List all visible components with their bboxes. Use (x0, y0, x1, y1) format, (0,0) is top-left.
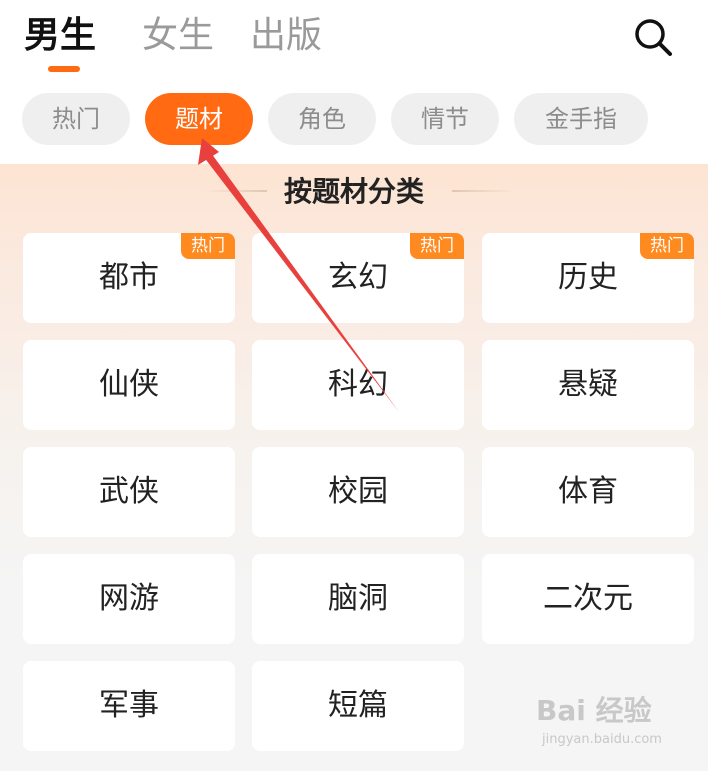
category-card[interactable]: 玄幻 热门 (252, 233, 464, 323)
category-label: 武侠 (99, 474, 159, 509)
category-label: 历史 (558, 260, 618, 295)
category-card[interactable]: 科幻 (252, 340, 464, 430)
category-card[interactable]: 都市 热门 (23, 233, 235, 323)
category-label: 科幻 (328, 367, 388, 402)
category-label: 校园 (328, 474, 388, 509)
filter-golden-finger[interactable]: 金手指 (514, 93, 648, 145)
hot-badge: 热门 (181, 233, 235, 259)
category-label: 仙侠 (99, 367, 159, 402)
hot-badge: 热门 (640, 233, 694, 259)
search-icon[interactable] (630, 14, 676, 60)
category-card[interactable]: 脑洞 (252, 554, 464, 644)
hot-badge: 热门 (410, 233, 464, 259)
filter-hot[interactable]: 热门 (22, 93, 130, 145)
tab-publish[interactable]: 出版 (250, 12, 322, 60)
category-label: 玄幻 (328, 260, 388, 295)
category-label: 都市 (99, 260, 159, 295)
category-card[interactable]: 体育 (482, 447, 694, 537)
watermark-logo: Bai 经验 (536, 694, 652, 727)
category-label: 悬疑 (558, 367, 618, 402)
category-card[interactable]: 网游 (23, 554, 235, 644)
category-label: 网游 (99, 581, 159, 616)
category-label: 军事 (99, 688, 159, 723)
category-card[interactable]: 武侠 (23, 447, 235, 537)
category-label: 脑洞 (328, 581, 388, 616)
category-card[interactable]: 悬疑 (482, 340, 694, 430)
filter-theme[interactable]: 题材 (145, 93, 253, 145)
filter-role[interactable]: 角色 (268, 93, 376, 145)
filter-bar: 热门 题材 角色 情节 金手指 (0, 82, 708, 164)
tab-male[interactable]: 男生 (24, 12, 96, 60)
tab-female[interactable]: 女生 (142, 12, 214, 60)
title-divider-right (452, 190, 514, 192)
category-label: 二次元 (543, 581, 633, 616)
category-card[interactable]: 校园 (252, 447, 464, 537)
category-card[interactable]: 军事 (23, 661, 235, 751)
category-card[interactable]: 仙侠 (23, 340, 235, 430)
watermark: Bai 经验 jingyan.baidu.com (536, 694, 706, 754)
category-card[interactable]: 短篇 (252, 661, 464, 751)
section-title: 按题材分类 (283, 175, 424, 208)
category-label: 短篇 (328, 688, 388, 723)
watermark-url: jingyan.baidu.com (542, 732, 662, 747)
category-card[interactable]: 历史 热门 (482, 233, 694, 323)
active-tab-indicator (48, 66, 80, 72)
top-nav: 男生 女生 出版 (0, 0, 708, 82)
category-card[interactable]: 二次元 (482, 554, 694, 644)
filter-plot[interactable]: 情节 (391, 93, 499, 145)
category-label: 体育 (558, 474, 618, 509)
